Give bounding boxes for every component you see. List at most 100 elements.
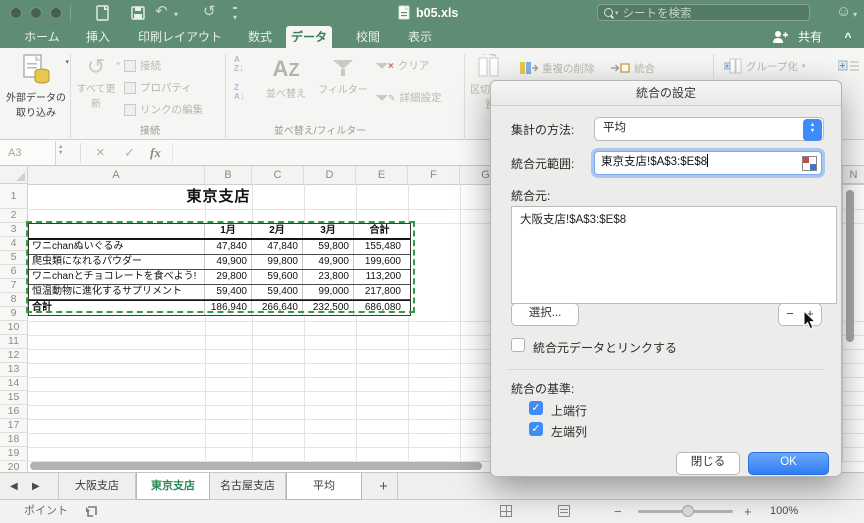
cell[interactable]: 49,900 [205,255,252,269]
cell[interactable]: ワニchanとチョコレートを食べよう! [29,270,205,284]
column-header[interactable]: F [408,166,460,184]
redo-button[interactable]: ↺ [203,4,216,20]
cell[interactable]: 3月 [303,224,354,238]
zoom-level[interactable]: 100% [770,500,798,523]
dialog-title[interactable]: 統合の設定 [491,81,841,106]
sort-button[interactable]: AZ 並べ替え [260,54,312,100]
cell[interactable]: ワニchanぬいぐるみ [29,240,205,254]
select-all-corner[interactable] [0,166,28,184]
cell[interactable]: 爬虫類になれるパウダー [29,255,205,269]
zoom-window-button[interactable] [50,7,62,19]
row-header[interactable]: 16 [0,405,28,419]
filter-button[interactable]: フィルター [318,54,368,96]
tab-data[interactable]: データ [286,26,332,48]
remove-duplicates-button[interactable]: 重複の削除 [520,60,595,76]
cell[interactable]: 99,800 [252,255,303,269]
clear-filter-button[interactable]: × クリア [376,58,429,73]
row-header[interactable]: 19 [0,447,28,461]
sheet-tab-osaka[interactable]: 大阪支店 [58,473,136,500]
row-header[interactable]: 4 [0,237,28,251]
row-header[interactable]: 17 [0,419,28,433]
get-external-data-button[interactable]: ▾ 外部データの取り込み [5,54,69,119]
zoom-in-icon[interactable]: + [744,500,752,523]
ok-button[interactable]: OK [748,452,829,475]
consolidate-button[interactable]: 統合 [610,60,655,76]
cell[interactable]: 686,080 [354,301,405,315]
column-header[interactable]: D [304,166,356,184]
prev-sheet-icon[interactable]: ◀ [10,481,18,492]
cell[interactable]: 47,840 [252,240,303,254]
row-header[interactable]: 15 [0,391,28,405]
undo-caret-icon[interactable]: ▾ [174,7,178,23]
name-box[interactable]: A3 [0,141,56,165]
minimize-window-button[interactable] [30,7,42,19]
connections-button[interactable]: 接続 [124,58,161,73]
row-header[interactable]: 8 [0,293,28,307]
cell[interactable]: 186,940 [205,301,252,315]
column-header[interactable]: N [842,166,864,184]
cell[interactable]: 59,400 [205,285,252,299]
tab-page-layout[interactable]: 印刷レイアウト [128,26,232,48]
row-header[interactable]: 18 [0,433,28,447]
tab-view[interactable]: 表示 [398,26,442,48]
cell[interactable] [29,224,205,238]
cell[interactable]: 47,840 [205,240,252,254]
row-header[interactable]: 20 [0,461,28,472]
toolbar-overflow-icon[interactable]: ▾ [233,7,238,26]
collapse-ribbon-icon[interactable]: ^ [838,26,858,48]
cell[interactable]: 199,600 [354,255,405,269]
smiley-caret-icon[interactable]: ▾ [853,7,857,23]
cell[interactable]: 217,800 [354,285,405,299]
cell[interactable]: 2月 [252,224,303,238]
row-header[interactable]: 1 [0,184,28,209]
name-box-stepper[interactable]: ▲ ▼ [58,144,63,156]
cell[interactable]: 266,640 [252,301,303,315]
search-input[interactable]: ▾ シートを検索 [597,4,810,21]
share-person-icon[interactable] [772,30,788,49]
sheet-tab-nagoya[interactable]: 名古屋支店 [210,473,286,500]
cell[interactable]: 恒温動物に進化するサプリメント [29,285,205,299]
row-header[interactable]: 10 [0,321,28,335]
sources-listbox[interactable]: 大阪支店!$A$3:$E$8 [511,206,837,304]
refresh-all-button[interactable]: ↺ ▾ すべて更新 [74,54,120,110]
next-sheet-icon[interactable]: ▶ [32,481,40,492]
row-header[interactable]: 9 [0,307,28,321]
row-header[interactable]: 5 [0,251,28,265]
range-picker-icon[interactable] [802,156,817,171]
cell[interactable]: 59,600 [252,270,303,284]
tab-review[interactable]: 校閲 [346,26,390,48]
source-item[interactable]: 大阪支店!$A$3:$E$8 [520,211,828,227]
cell[interactable]: 232,500 [303,301,354,315]
cell[interactable]: 113,200 [354,270,405,284]
add-sheet-button[interactable]: + [370,473,398,500]
tab-insert[interactable]: 挿入 [76,26,120,48]
cancel-icon[interactable]: × [96,141,105,165]
column-header[interactable]: A [28,166,205,184]
show-detail-button[interactable] [838,58,860,74]
row-header[interactable]: 13 [0,363,28,377]
enter-icon[interactable]: ✓ [124,141,135,165]
reference-input[interactable]: 東京支店!$A$3:$E$8 [594,151,822,175]
sheet-tab-heikin[interactable]: 平均 [286,473,362,500]
left-column-checkbox[interactable]: ✓ [529,422,543,436]
cell[interactable]: 1月 [205,224,252,238]
link-source-checkbox[interactable] [511,338,525,352]
fx-icon[interactable]: fx [150,141,161,165]
edit-links-button[interactable]: リンクの編集 [124,102,203,117]
row-header[interactable]: 2 [0,209,28,223]
page-layout-view-icon[interactable] [558,505,570,517]
properties-button[interactable]: プロパティ [124,80,192,95]
row-header[interactable]: 12 [0,349,28,363]
cell[interactable]: 59,400 [252,285,303,299]
group-button[interactable]: グループ化 ▾ [724,58,805,74]
column-header[interactable]: C [252,166,304,184]
vertical-scrollbar[interactable] [846,190,854,342]
cell[interactable]: 29,800 [205,270,252,284]
column-header[interactable]: B [205,166,252,184]
sort-descending-button[interactable]: Z A↓ [234,84,245,102]
sort-ascending-button[interactable]: A Z↓ [234,56,244,74]
cell[interactable]: 155,480 [354,240,405,254]
new-workbook-icon[interactable] [95,5,111,26]
close-window-button[interactable] [10,7,22,19]
cell[interactable]: 23,800 [303,270,354,284]
